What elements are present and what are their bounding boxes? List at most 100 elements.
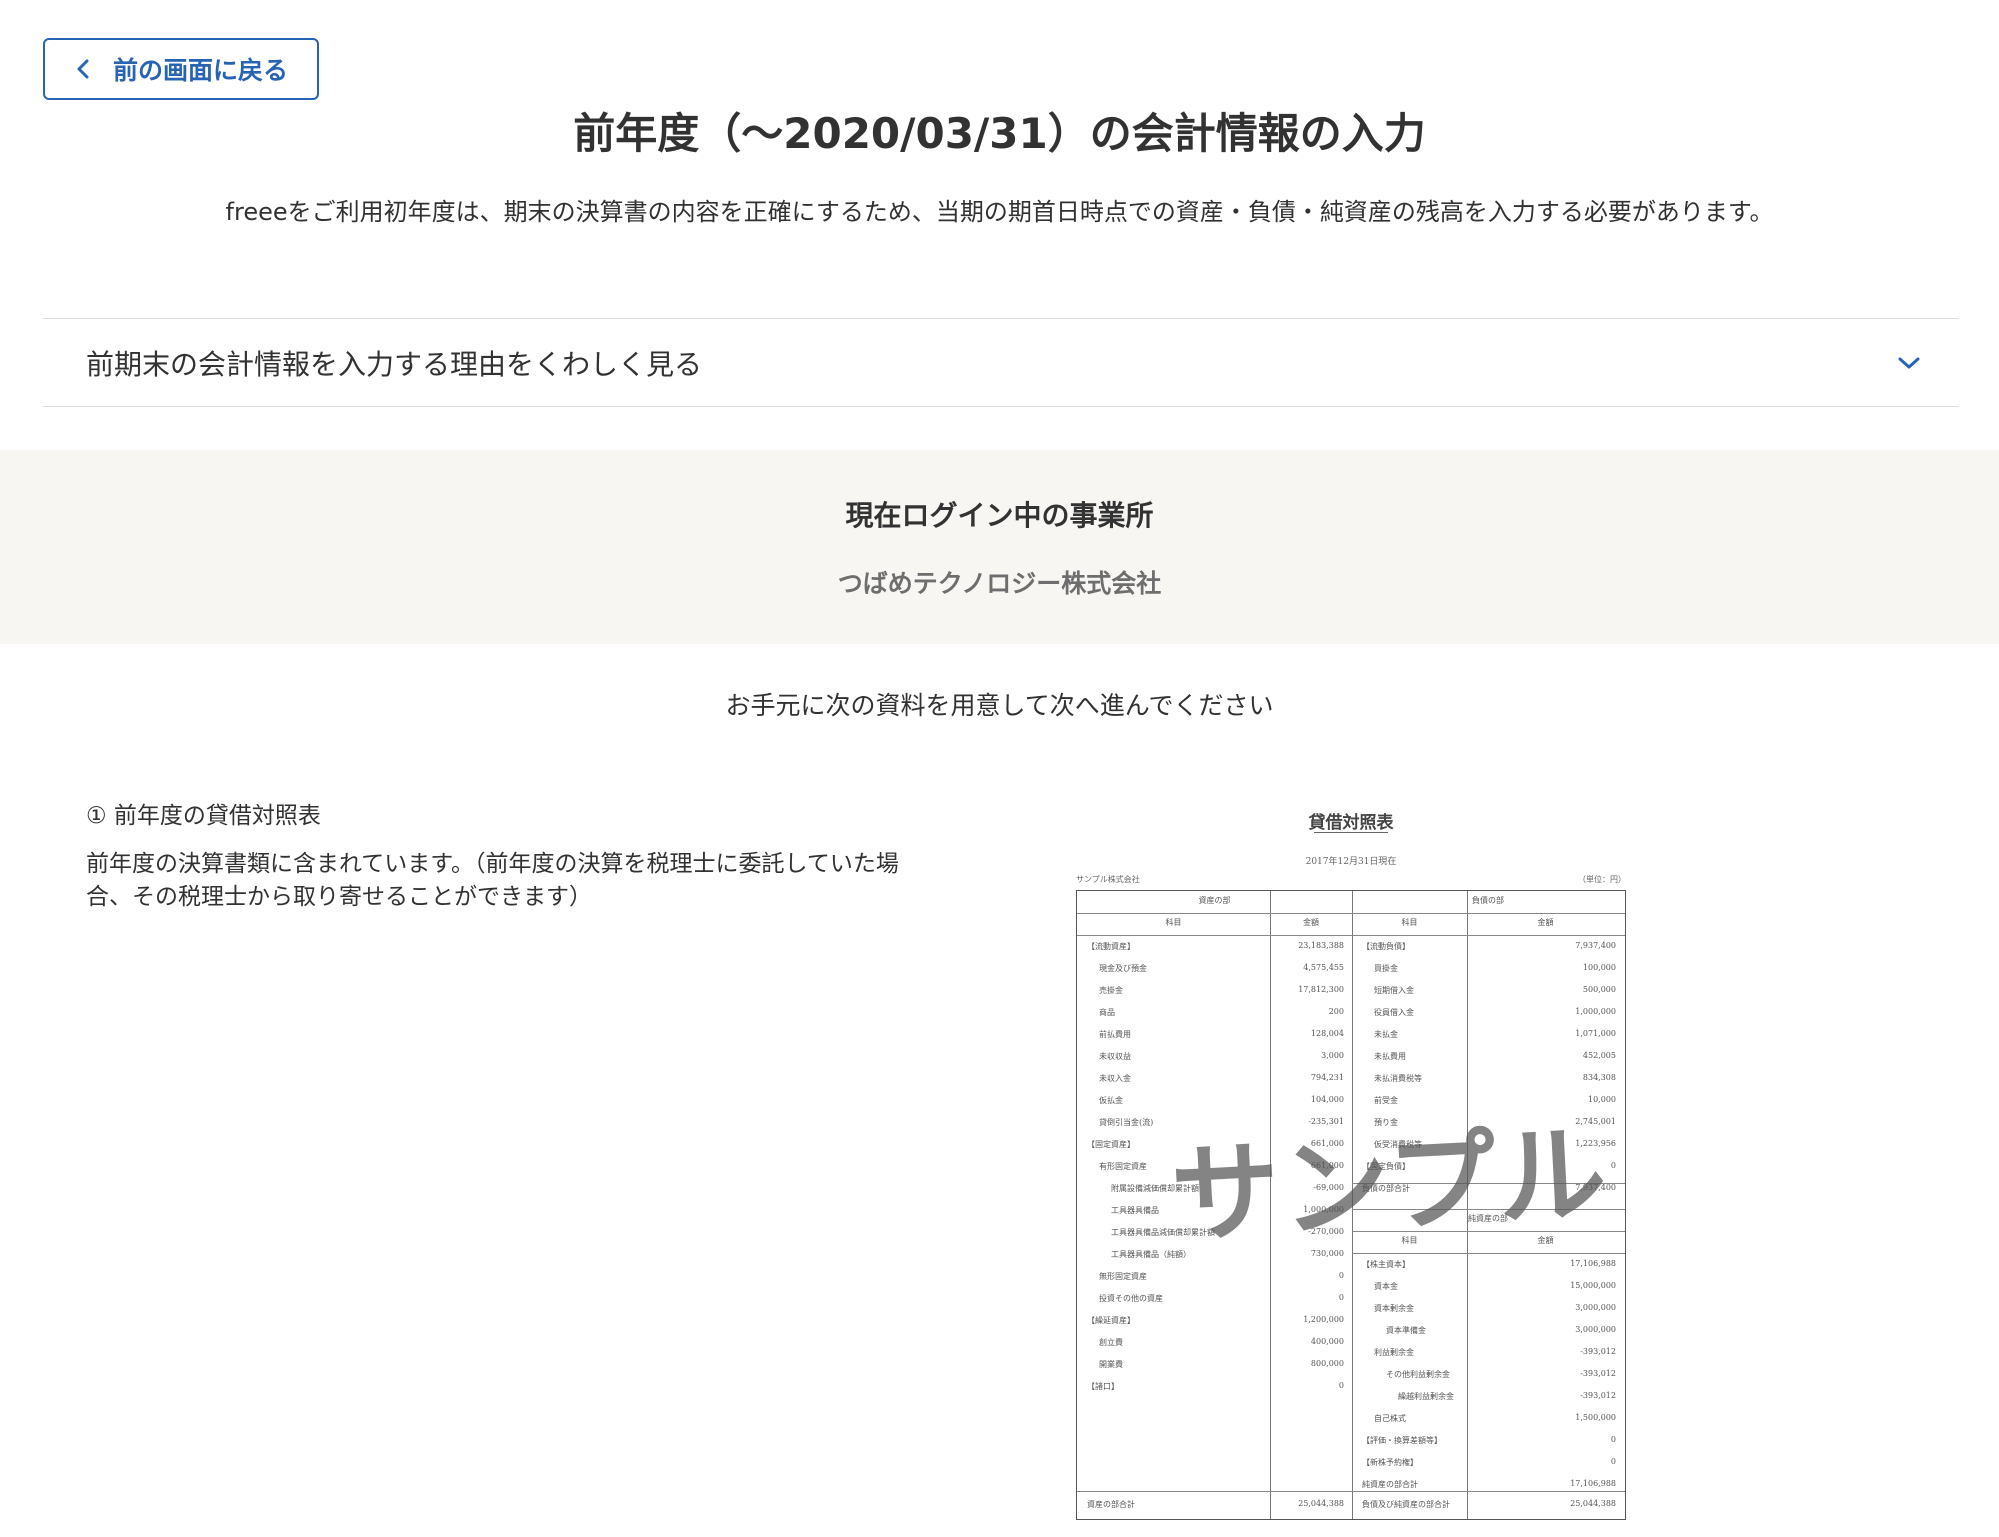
asset-row-label: 現金及び預金 — [1099, 964, 1147, 973]
column-header: 科目 — [1165, 918, 1182, 927]
chevron-down-icon — [1897, 356, 1921, 370]
chevron-left-icon — [67, 58, 99, 80]
column-header: 科目 — [1401, 918, 1418, 927]
table-rule — [1077, 913, 1625, 914]
asset-row-value: 0 — [1338, 1293, 1344, 1302]
equity-row-value: -393,012 — [1580, 1391, 1616, 1400]
liability-row-value: 1,071,000 — [1575, 1029, 1616, 1038]
asset-row-label: 開業費 — [1099, 1360, 1123, 1369]
doc-title: 貸借対照表 — [1308, 813, 1394, 833]
equity-row-label: 利益剰余金 — [1374, 1348, 1414, 1357]
equity-row-value: 17,106,988 — [1570, 1479, 1616, 1488]
doc-title-underline — [1314, 832, 1388, 833]
office-heading: 現在ログイン中の事業所 — [845, 499, 1154, 532]
back-button-label: 前の画面に戻る — [113, 56, 289, 85]
page-title: 前年度（〜2020/03/31）の会計情報の入力 — [573, 109, 1426, 158]
lead-text: freeeをご利用初年度は、期末の決算書の内容を正確にするため、当期の期首日時点… — [225, 198, 1774, 226]
equity-row-label: 繰越利益剰余金 — [1398, 1392, 1454, 1401]
reason-accordion[interactable]: 前期末の会計情報を入力する理由をくわしく見る — [43, 318, 1959, 407]
equity-row-value: 17,106,988 — [1570, 1259, 1616, 1268]
office-name: つばめテクノロジー株式会社 — [837, 569, 1162, 598]
equity-row-label: 【評価・換算差額等】 — [1362, 1436, 1442, 1445]
asset-row-label: 商品 — [1099, 1008, 1115, 1017]
equity-row-value: 15,000,000 — [1570, 1281, 1616, 1290]
asset-row-label: 未収入金 — [1099, 1074, 1131, 1083]
equity-row-label: その他利益剰余金 — [1386, 1370, 1450, 1379]
asset-row-label: 投資その他の資産 — [1099, 1294, 1163, 1303]
asset-row-label: 創立費 — [1099, 1338, 1123, 1347]
equity-row-value: -393,012 — [1580, 1347, 1616, 1356]
asset-row-value: 3,000 — [1321, 1051, 1344, 1060]
asset-row-value: 0 — [1338, 1271, 1344, 1280]
asset-row-label: 有形固定資産 — [1099, 1162, 1147, 1171]
asset-row-label: 【繰延資産】 — [1087, 1316, 1135, 1325]
equity-row-label: 純資産の部合計 — [1362, 1480, 1418, 1489]
asset-row-value: 200 — [1328, 1007, 1344, 1016]
back-button[interactable]: 前の画面に戻る — [43, 38, 319, 100]
item-title: ① 前年度の貸借対照表 — [86, 803, 321, 829]
asset-row-label: 【流動資産】 — [1087, 942, 1135, 951]
asset-row-value: 17,812,300 — [1298, 985, 1344, 994]
asset-row-value: 23,183,388 — [1298, 941, 1344, 950]
accordion-label: 前期末の会計情報を入力する理由をくわしく見る — [86, 347, 703, 381]
sample-watermark: サンプル — [1168, 1111, 1612, 1260]
balance-sheet-sample-image: 貸借対照表 2017年12月31日現在 サンプル株式会社 （単位：円） 資産の部… — [1076, 808, 1626, 1528]
asset-row-value: 800,000 — [1310, 1359, 1344, 1368]
liability-section-header: 負債の部 — [1472, 896, 1504, 905]
equity-row-label: 資本金 — [1374, 1282, 1398, 1291]
liability-row-label: 未払消費税等 — [1374, 1074, 1422, 1083]
equity-row-label: 資本剰余金 — [1374, 1304, 1414, 1313]
doc-unit: （単位：円） — [1578, 875, 1626, 884]
equity-row-label: 【新株予約権】 — [1362, 1458, 1418, 1467]
liability-row-value: 834,308 — [1582, 1073, 1616, 1082]
liability-row-value: 7,937,400 — [1575, 941, 1616, 950]
equity-row-value: 1,500,000 — [1575, 1413, 1616, 1422]
liab-equity-total-value: 25,044,388 — [1570, 1499, 1616, 1508]
equity-row-value: 0 — [1610, 1457, 1616, 1466]
liability-row-value: 100,000 — [1582, 963, 1616, 972]
asset-section-header: 資産の部 — [1198, 896, 1231, 905]
asset-row-label: 貸倒引当金(流) — [1099, 1118, 1154, 1127]
office-panel: 現在ログイン中の事業所 つばめテクノロジー株式会社 — [0, 450, 1999, 644]
instruction-text: お手元に次の資料を用意して次へ進んでください — [725, 691, 1274, 720]
doc-company: サンプル株式会社 — [1076, 875, 1140, 884]
equity-row-value: 3,000,000 — [1575, 1325, 1616, 1334]
column-header: 金額 — [1303, 918, 1319, 927]
equity-row-label: 【株主資本】 — [1362, 1260, 1410, 1269]
table-rule — [1077, 1491, 1625, 1492]
table-rule — [1077, 935, 1625, 936]
liability-row-label: 【流動負債】 — [1362, 942, 1410, 951]
liability-row-label: 短期借入金 — [1374, 986, 1414, 995]
liab-equity-total-label: 負債及び純資産の部合計 — [1362, 1500, 1450, 1509]
equity-row-label: 自己株式 — [1374, 1414, 1406, 1423]
asset-row-label: 工具器具備品 — [1111, 1206, 1159, 1215]
asset-row-label: 前払費用 — [1099, 1030, 1131, 1039]
asset-row-value: 794,231 — [1310, 1073, 1344, 1082]
asset-row-label: 売掛金 — [1099, 986, 1123, 995]
liability-row-value: 500,000 — [1582, 985, 1616, 994]
liability-row-label: 買掛金 — [1374, 964, 1398, 973]
doc-date: 2017年12月31日現在 — [1305, 857, 1397, 867]
asset-row-label: 未収収益 — [1099, 1052, 1131, 1061]
asset-row-label: 無形固定資産 — [1099, 1272, 1147, 1281]
liability-row-value: 452,005 — [1582, 1051, 1616, 1060]
asset-row-label: 【固定資産】 — [1087, 1140, 1135, 1149]
equity-row-value: -393,012 — [1580, 1369, 1616, 1378]
liability-row-label: 未払費用 — [1374, 1052, 1406, 1061]
column-header: 金額 — [1537, 918, 1554, 927]
asset-total-label: 資産の部合計 — [1087, 1500, 1135, 1509]
asset-row-label: 【諸口】 — [1087, 1382, 1119, 1391]
asset-row-value: 4,575,455 — [1303, 963, 1344, 972]
asset-total-value: 25,044,388 — [1298, 1499, 1344, 1508]
liability-row-label: 役員借入金 — [1374, 1008, 1414, 1017]
equity-row-value: 0 — [1610, 1435, 1616, 1444]
asset-row-value: 400,000 — [1310, 1337, 1344, 1346]
asset-row-value: 1,200,000 — [1303, 1315, 1344, 1324]
equity-row-label: 資本準備金 — [1386, 1326, 1426, 1335]
equity-row-value: 3,000,000 — [1575, 1303, 1616, 1312]
asset-row-value: 128,004 — [1310, 1029, 1344, 1038]
asset-row-value: 0 — [1338, 1381, 1344, 1390]
liability-row-value: 1,000,000 — [1575, 1007, 1616, 1016]
item-description: 前年度の決算書類に含まれています。（前年度の決算を税理士に委託していた場合、その… — [86, 851, 899, 910]
liability-row-label: 未払金 — [1374, 1030, 1398, 1039]
